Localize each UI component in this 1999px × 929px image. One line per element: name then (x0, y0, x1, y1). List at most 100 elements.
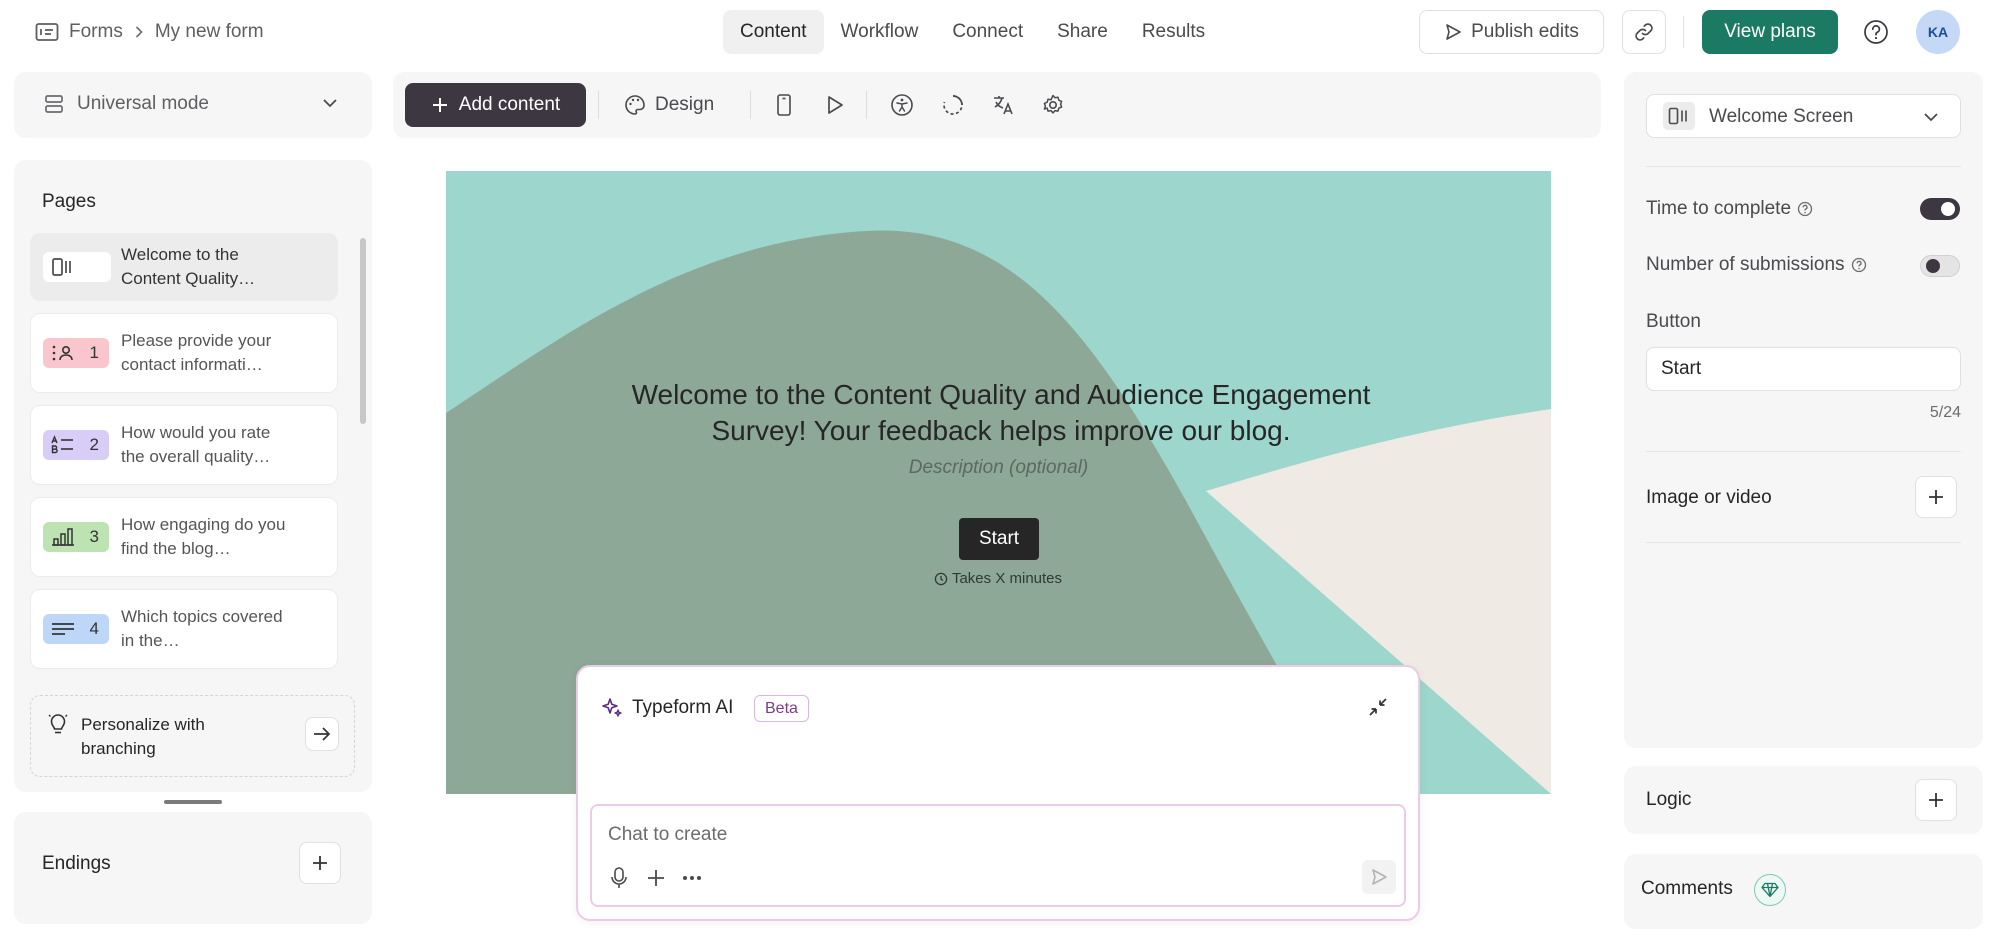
beta-badge: Beta (754, 695, 809, 722)
image-video-label: Image or video (1646, 487, 1772, 508)
toolbar-divider (598, 91, 599, 119)
tab-connect[interactable]: Connect (935, 10, 1040, 54)
send-icon (1372, 869, 1387, 885)
typeform-ai-panel: Typeform AI Beta Chat to create (576, 665, 1420, 921)
time-to-complete-toggle[interactable] (1920, 198, 1960, 220)
settings-gear-icon[interactable] (1037, 89, 1069, 121)
main-tabs: Content Workflow Connect Share Results (723, 10, 1222, 54)
plus-icon (431, 96, 449, 114)
plus-icon[interactable] (646, 868, 666, 888)
page-badge (43, 252, 111, 282)
toolbar-divider (750, 91, 751, 119)
chat-input-box[interactable]: Chat to create (590, 804, 1406, 907)
loading-spinner-icon[interactable] (937, 89, 969, 121)
send-icon (1444, 23, 1462, 41)
translate-icon[interactable] (987, 89, 1019, 121)
pages-scrollbar[interactable] (360, 238, 366, 424)
design-button[interactable]: Design (612, 83, 726, 127)
add-ending-button[interactable] (299, 842, 341, 884)
accessibility-icon[interactable] (886, 89, 918, 121)
add-image-video-button[interactable] (1915, 476, 1957, 518)
button-text-input[interactable]: Start (1646, 347, 1961, 391)
page-item-text: How would you rate the overall quality… (121, 423, 271, 466)
tab-content[interactable]: Content (723, 10, 824, 54)
page-number: 1 (89, 343, 99, 362)
page-badge: 1 (43, 338, 109, 368)
start-button[interactable]: Start (959, 518, 1039, 560)
plus-icon (1927, 488, 1945, 506)
page-badge: 2 (43, 430, 109, 460)
page-number: 4 (89, 619, 99, 638)
help-icon[interactable] (1862, 18, 1890, 46)
settings-divider (1646, 542, 1961, 543)
tab-share[interactable]: Share (1040, 10, 1125, 54)
breadcrumb-forms-link[interactable]: Forms (69, 21, 123, 43)
publish-edits-button[interactable]: Publish edits (1419, 10, 1604, 54)
chat-input-placeholder[interactable]: Chat to create (608, 824, 727, 846)
rating-scale-icon (51, 527, 75, 547)
microphone-icon[interactable] (608, 866, 630, 890)
welcome-title[interactable]: Welcome to the Content Quality and Audie… (606, 377, 1396, 449)
time-to-complete-label: Time to complete (1646, 198, 1792, 219)
number-of-submissions-toggle[interactable] (1920, 255, 1960, 277)
header-divider (1683, 16, 1684, 48)
chevron-right-icon (135, 26, 143, 38)
welcome-screen-icon (51, 257, 75, 277)
add-content-label: Add content (458, 94, 561, 115)
publish-edits-label: Publish edits (1471, 21, 1579, 42)
ai-title: Typeform AI (632, 697, 734, 718)
info-icon[interactable] (1851, 257, 1867, 273)
minimize-icon[interactable] (1366, 695, 1390, 719)
add-logic-button[interactable] (1915, 779, 1957, 821)
time-to-complete-row: Time to complete (1646, 198, 1813, 220)
page-item-text: Please provide your contact informati… (121, 331, 272, 374)
page-item-text: How engaging do you find the blog… (121, 515, 286, 558)
page-item-1[interactable]: 1 Please provide your contact informati… (30, 313, 338, 393)
long-text-icon (51, 619, 75, 639)
send-message-button[interactable] (1362, 860, 1396, 894)
toolbar-divider (866, 91, 867, 119)
page-item-2[interactable]: 2 How would you rate the overall quality… (30, 405, 338, 485)
multiple-choice-icon (51, 435, 75, 455)
sparkle-icon (600, 696, 624, 720)
view-plans-button[interactable]: View plans (1702, 10, 1838, 54)
welcome-description[interactable]: Description (optional) (796, 457, 1201, 479)
submissions-label: Number of submissions (1646, 254, 1845, 275)
tab-workflow[interactable]: Workflow (824, 10, 936, 54)
chevron-down-icon (322, 98, 338, 108)
mode-selector[interactable]: Universal mode (14, 72, 372, 138)
comments-label: Comments (1641, 878, 1733, 899)
contact-info-icon (51, 343, 75, 363)
avatar[interactable]: KA (1916, 10, 1960, 54)
screen-type-select[interactable]: Welcome Screen (1646, 94, 1961, 138)
copy-link-button[interactable] (1622, 10, 1666, 54)
plus-icon (311, 854, 329, 872)
number-of-submissions-row: Number of submissions (1646, 254, 1867, 276)
branching-card[interactable]: Personalize with branching (30, 695, 355, 777)
endings-panel: Endings (14, 812, 372, 924)
branching-go-button[interactable] (305, 717, 339, 751)
button-section-label: Button (1646, 311, 1701, 332)
play-preview-icon[interactable] (819, 89, 851, 121)
add-content-button[interactable]: Add content (405, 83, 586, 127)
page-badge: 4 (43, 614, 109, 644)
settings-divider (1646, 451, 1961, 452)
page-item-text: Welcome to the Content Quality… (121, 245, 256, 288)
tab-results[interactable]: Results (1125, 10, 1222, 54)
info-icon[interactable] (1797, 201, 1813, 217)
mobile-preview-icon[interactable] (768, 89, 800, 121)
more-options-icon[interactable] (682, 875, 702, 881)
design-label: Design (655, 94, 715, 115)
page-number: 2 (89, 435, 99, 454)
logic-label: Logic (1646, 789, 1692, 810)
mode-label: Universal mode (77, 93, 209, 114)
page-item-welcome[interactable]: Welcome to the Content Quality… (30, 233, 338, 301)
panel-resize-handle[interactable] (164, 800, 222, 804)
premium-diamond-icon (1754, 874, 1786, 906)
toggle-knob (1926, 259, 1940, 273)
comments-panel[interactable]: Comments (1624, 854, 1983, 929)
lightbulb-icon (47, 713, 69, 737)
page-item-4[interactable]: 4 Which topics covered in the… (30, 589, 338, 669)
breadcrumb-current-form[interactable]: My new form (155, 21, 264, 43)
page-item-3[interactable]: 3 How engaging do you find the blog… (30, 497, 338, 577)
